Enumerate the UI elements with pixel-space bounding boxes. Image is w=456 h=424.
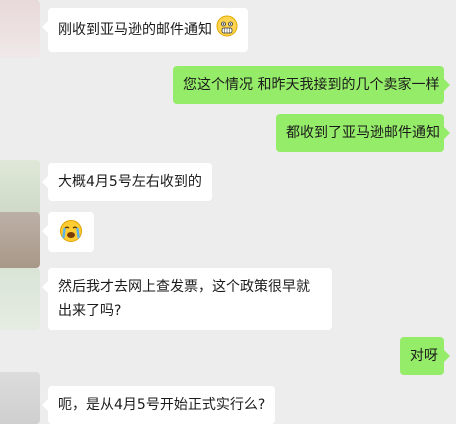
message-bubble-incoming[interactable]: 呃，是从4月5号开始正式实行么? [41, 386, 276, 424]
fearful-face-icon [216, 15, 238, 45]
message-text: 都收到了亚马逊邮件通知 [286, 125, 440, 141]
message-bubble-incoming[interactable]: 然后我才去网上查发票，这个政策很早就出来了吗? [42, 268, 332, 330]
message-text: 对呀 [410, 348, 438, 364]
avatar[interactable] [0, 0, 40, 58]
message-text: 您这个情况 和昨天我接到的几个卖家一样 [183, 77, 440, 93]
message-bubble-incoming[interactable] [42, 212, 94, 252]
crying-face-icon [59, 219, 83, 251]
avatar[interactable] [0, 372, 40, 424]
message-text: 然后我才去网上查发票，这个政策很早就出来了吗? [58, 279, 310, 319]
message-bubble-incoming[interactable]: 刚收到亚马逊的邮件通知 [41, 8, 249, 52]
avatar[interactable] [0, 160, 40, 216]
message-bubble-incoming[interactable]: 大概4月5号左右收到的 [42, 163, 212, 201]
avatar[interactable] [0, 268, 40, 330]
message-text: 刚收到亚马逊的邮件通知 [58, 22, 212, 38]
message-text: 呃，是从4月5号开始正式实行么? [58, 397, 266, 413]
message-text: 大概4月5号左右收到的 [58, 174, 202, 190]
message-bubble-outgoing[interactable]: 您这个情况 和昨天我接到的几个卖家一样 [173, 66, 450, 104]
message-bubble-outgoing[interactable]: 都收到了亚马逊邮件通知 [276, 114, 450, 152]
message-bubble-outgoing[interactable]: 对呀 [400, 337, 450, 375]
avatar[interactable] [0, 212, 40, 268]
